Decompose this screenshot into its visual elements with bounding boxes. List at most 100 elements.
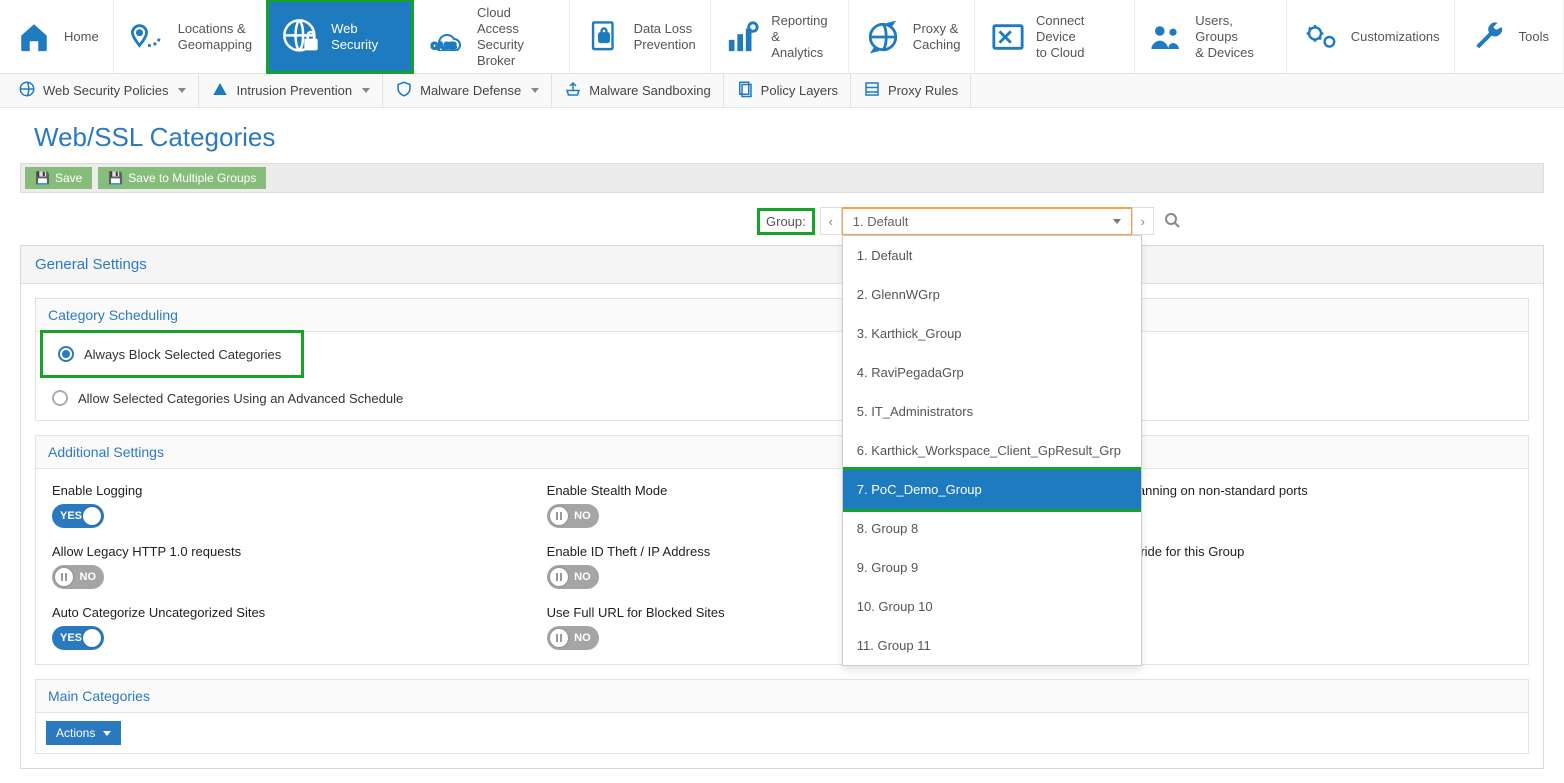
subnav-sandbox[interactable]: Malware Sandboxing xyxy=(552,74,723,107)
nav-locations[interactable]: Locations & Geomapping xyxy=(114,0,267,73)
nav-label: Web Security xyxy=(331,21,398,53)
toggle-switch[interactable]: YES xyxy=(52,626,104,650)
toggle-switch[interactable]: NO xyxy=(52,565,104,589)
malware-icon xyxy=(395,80,413,101)
group-select-button[interactable]: 1. Default xyxy=(842,207,1132,235)
toggle-text: NO xyxy=(574,571,591,583)
group-option[interactable]: 11. Group 11 xyxy=(843,626,1141,665)
save-button[interactable]: 💾 Save xyxy=(25,167,92,189)
nav-tools[interactable]: Tools xyxy=(1455,0,1564,73)
setting-label: Enable Logging xyxy=(52,483,523,498)
nav-home[interactable]: Home xyxy=(0,0,114,73)
layers-icon xyxy=(736,80,754,101)
subnav-wsp[interactable]: Web Security Policies xyxy=(6,74,199,107)
dlp-icon xyxy=(584,17,624,57)
group-selected-value: 1. Default xyxy=(853,214,909,229)
setting-item: Auto Categorize Uncategorized Sites YES xyxy=(52,605,523,650)
group-option[interactable]: 7. PoC_Demo_Group xyxy=(843,470,1141,509)
save-label: Save xyxy=(55,171,82,185)
group-option[interactable]: 6. Karthick_Workspace_Client_GpResult_Gr… xyxy=(843,431,1141,470)
group-option[interactable]: 8. Group 8 xyxy=(843,509,1141,548)
toggle-text: YES xyxy=(60,632,82,644)
users-icon xyxy=(1149,17,1186,57)
nav-label: Home xyxy=(64,29,99,45)
casb-icon: CASB xyxy=(427,17,467,57)
chevron-down-icon xyxy=(178,88,186,93)
save-icon: 💾 xyxy=(35,171,50,185)
nav-label: Tools xyxy=(1519,29,1549,45)
toggle-switch[interactable]: NO xyxy=(547,626,599,650)
svg-text:CASB: CASB xyxy=(431,41,457,51)
group-option[interactable]: 2. GlennWGrp xyxy=(843,275,1141,314)
radio-always-block[interactable]: Always Block Selected Categories xyxy=(42,332,302,376)
wsp-icon xyxy=(18,80,36,101)
save-multi-button[interactable]: 💾 Save to Multiple Groups xyxy=(98,167,266,189)
group-prev-button[interactable]: ‹ xyxy=(820,207,842,235)
group-selector-row: Group: ‹ 1. Default 1. Default2. GlennWG… xyxy=(0,201,1564,245)
chevron-down-icon xyxy=(362,88,370,93)
group-option[interactable]: 3. Karthick_Group xyxy=(843,314,1141,353)
settings-grid: Enable LoggingYESEnable Stealth ModeNOEn… xyxy=(36,469,1528,664)
nav-websec[interactable]: Web Security xyxy=(267,0,413,73)
subnav-label: Proxy Rules xyxy=(888,83,958,98)
toggle-text: NO xyxy=(574,510,591,522)
group-label: Group: xyxy=(760,211,812,232)
subnav-proxyrules[interactable]: Proxy Rules xyxy=(851,74,971,107)
toggle-switch[interactable]: NO xyxy=(547,565,599,589)
toggle-switch[interactable]: YES xyxy=(52,504,104,528)
group-option[interactable]: 1. Default xyxy=(843,236,1141,275)
subnav-label: Malware Defense xyxy=(420,83,521,98)
setting-item: Allow Legacy HTTP 1.0 requests NO xyxy=(52,544,523,589)
group-option[interactable]: 9. Group 9 xyxy=(843,548,1141,587)
subnav-malware[interactable]: Malware Defense xyxy=(383,74,552,107)
group-nav: ‹ 1. Default 1. Default2. GlennWGrp3. Ka… xyxy=(820,207,1154,235)
group-next-button[interactable]: › xyxy=(1132,207,1154,235)
save-icon: 💾 xyxy=(108,171,123,185)
subnav-ips[interactable]: Intrusion Prevention xyxy=(199,74,383,107)
save-multi-label: Save to Multiple Groups xyxy=(128,171,256,185)
nav-users[interactable]: Users, Groups & Devices xyxy=(1135,0,1287,73)
subnav-layers[interactable]: Policy Layers xyxy=(724,74,851,107)
nav-connect[interactable]: Connect Device to Cloud xyxy=(975,0,1134,73)
nav-label: Customizations xyxy=(1351,29,1440,45)
general-settings-header: General Settings xyxy=(21,246,1543,284)
nav-label: Reporting & Analytics xyxy=(771,13,834,61)
nav-label: Connect Device to Cloud xyxy=(1036,13,1120,61)
proxy-icon xyxy=(863,17,903,57)
group-dropdown[interactable]: 1. Default2. GlennWGrp3. Karthick_Group4… xyxy=(842,235,1142,666)
group-option[interactable]: 5. IT_Administrators xyxy=(843,392,1141,431)
general-settings-panel: General Settings Category Scheduling Alw… xyxy=(20,245,1544,769)
sandbox-icon xyxy=(564,80,582,101)
nav-proxy[interactable]: Proxy & Caching xyxy=(849,0,976,73)
nav-label: Users, Groups & Devices xyxy=(1195,13,1271,61)
group-option[interactable]: 10. Group 10 xyxy=(843,587,1141,626)
custom-icon xyxy=(1301,17,1341,57)
search-icon[interactable] xyxy=(1164,212,1180,231)
reporting-icon xyxy=(725,17,761,57)
radio-allow-schedule[interactable]: Allow Selected Categories Using an Advan… xyxy=(36,376,1528,420)
tools-icon xyxy=(1469,17,1509,57)
setting-label: Allow Legacy HTTP 1.0 requests xyxy=(52,544,523,559)
nav-reporting[interactable]: Reporting & Analytics xyxy=(711,0,849,73)
setting-item: Enable Logging YES xyxy=(52,483,523,528)
toggle-text: NO xyxy=(574,632,591,644)
toggle-knob xyxy=(550,568,568,586)
subnav-label: Policy Layers xyxy=(761,83,838,98)
action-bar: 💾 Save 💾 Save to Multiple Groups xyxy=(20,163,1544,193)
toggle-knob xyxy=(55,568,73,586)
top-nav: Home Locations & Geomapping Web Security CA… xyxy=(0,0,1564,74)
nav-custom[interactable]: Customizations xyxy=(1287,0,1455,73)
group-option[interactable]: 4. RaviPegadaGrp xyxy=(843,353,1141,392)
toggle-switch[interactable]: NO xyxy=(547,504,599,528)
actions-dropdown-button[interactable]: Actions xyxy=(46,721,121,745)
toggle-knob xyxy=(83,507,101,525)
locations-icon xyxy=(128,17,168,57)
nav-casb[interactable]: CASBCloud Access Security Broker xyxy=(413,0,570,73)
actions-label: Actions xyxy=(56,726,95,740)
nav-dlp[interactable]: Data Loss Prevention xyxy=(570,0,711,73)
toggle-knob xyxy=(550,507,568,525)
setting-label: Auto Categorize Uncategorized Sites xyxy=(52,605,523,620)
ips-icon xyxy=(211,80,229,101)
nav-label: Locations & Geomapping xyxy=(178,21,252,53)
toggle-knob xyxy=(83,629,101,647)
